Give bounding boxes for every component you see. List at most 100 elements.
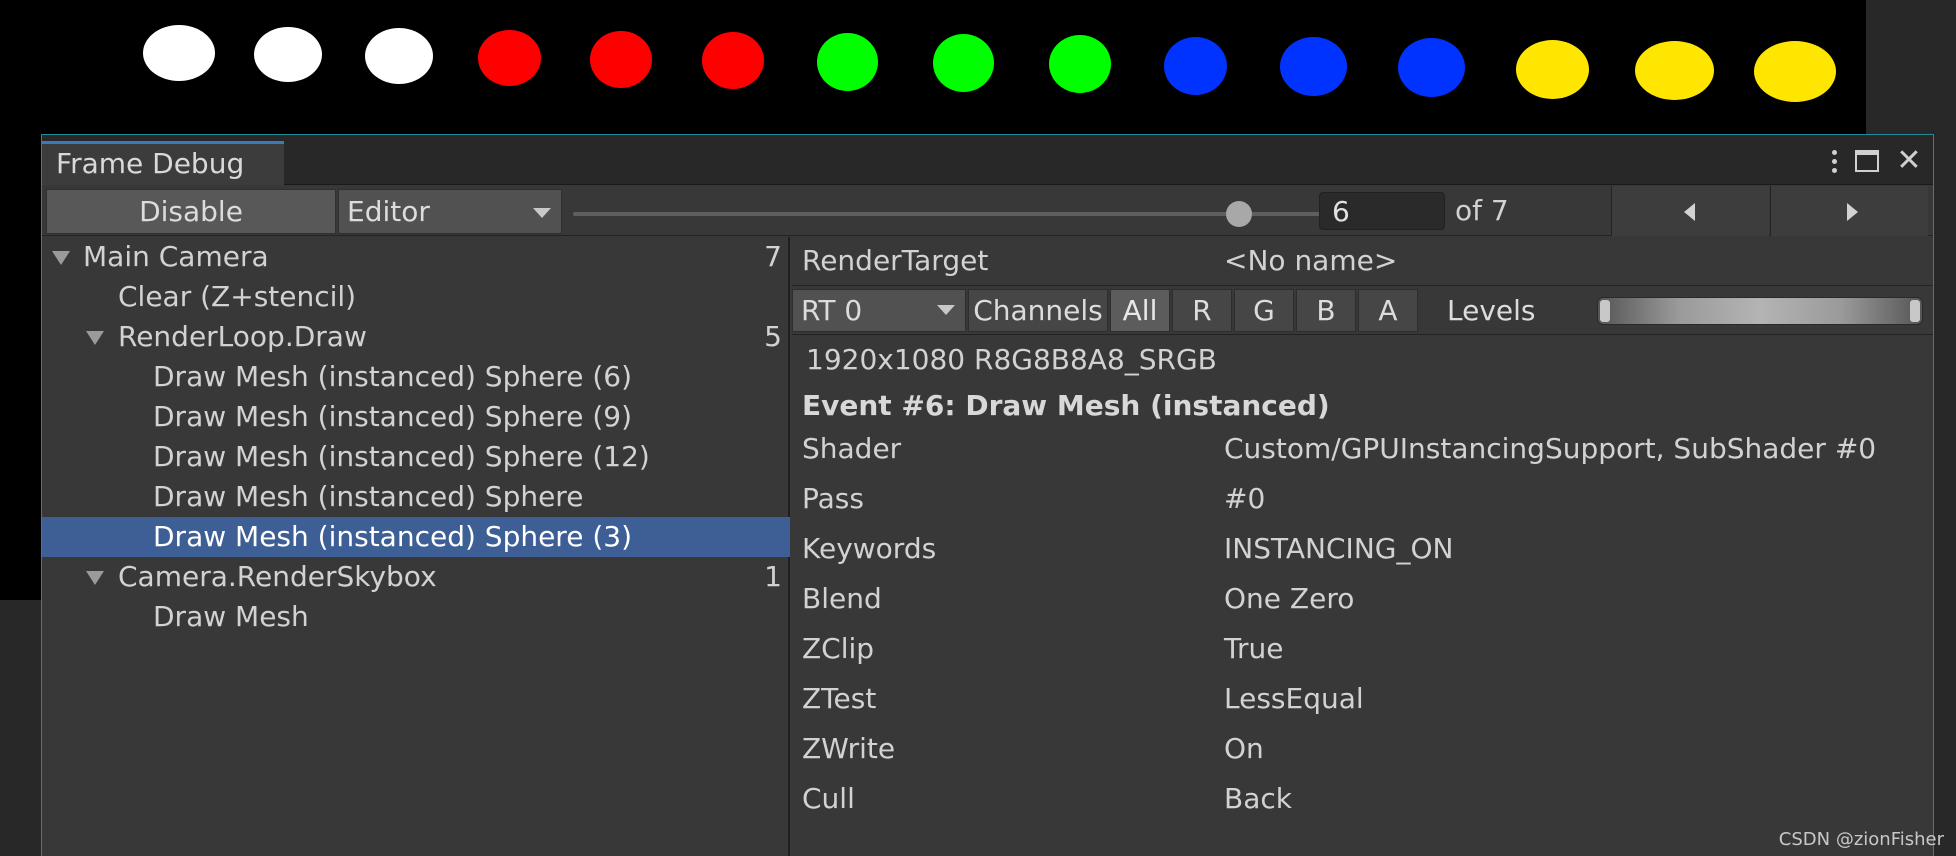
property-key: ZClip [802,632,875,665]
chevron-down-icon [533,208,551,218]
frame-slider-handle[interactable] [1225,201,1252,227]
property-pass: Pass #0 [792,479,1933,519]
previous-event-button[interactable] [1611,186,1769,236]
property-ztest: ZTest LessEqual [792,679,1933,719]
frame-count-label: of 7 [1455,194,1509,227]
render-target-label: RenderTarget [802,244,989,277]
tree-row-draw-mesh-9[interactable]: Draw Mesh (instanced) Sphere (9) [42,397,790,437]
rt-dropdown-value: RT 0 [801,294,863,327]
tree-row-label: Main Camera [83,240,269,273]
property-blend: Blend One Zero [792,579,1933,619]
channel-all-button[interactable]: All [1110,289,1170,332]
tab-frame-debug[interactable]: Frame Debug [42,141,284,185]
scene-view [0,0,1866,135]
event-tree: Main Camera 7 Clear (Z+stencil) RenderLo… [42,237,790,856]
tree-row-draw-mesh-3-selected[interactable]: Draw Mesh (instanced) Sphere (3) [42,517,790,557]
event-title: Event #6: Draw Mesh (instanced) [802,389,1330,422]
frame-number-input[interactable] [1319,192,1445,230]
sphere-red-3 [702,32,764,89]
tree-row-draw-mesh-12[interactable]: Draw Mesh (instanced) Sphere (12) [42,437,790,477]
watermark: CSDN @zionFisher [1778,829,1944,850]
sphere-yellow-1 [1516,40,1589,99]
property-key: Blend [802,582,882,615]
sphere-red-2 [590,31,652,88]
maximize-icon[interactable] [1853,150,1881,172]
close-icon[interactable]: ✕ [1895,141,1923,181]
frame-debugger-window: Frame Debug ✕ Disable Editor of 7 Main C… [41,134,1934,856]
property-key: Cull [802,782,855,815]
editor-background-left [0,600,41,856]
foldout-arrow-icon[interactable] [86,331,104,345]
tree-row-clear[interactable]: Clear (Z+stencil) [42,277,790,317]
render-target-value: <No name> [1224,244,1398,277]
window-titlebar: Frame Debug ✕ [42,135,1933,185]
more-options-icon[interactable] [1829,149,1839,173]
levels-range-slider[interactable] [1597,297,1923,325]
tree-row-main-camera[interactable]: Main Camera 7 [42,237,790,277]
channel-b-button[interactable]: B [1296,289,1356,332]
tree-row-draw-mesh-6[interactable]: Draw Mesh (instanced) Sphere (6) [42,357,790,397]
sphere-blue-3 [1398,38,1465,97]
sphere-white-2 [254,27,322,82]
property-cull: Cull Back [792,779,1933,819]
target-dropdown-value: Editor [347,195,430,228]
property-value: Back [1224,782,1292,815]
next-event-button[interactable] [1770,186,1928,236]
property-key: ZWrite [802,732,896,765]
sphere-blue-2 [1280,37,1347,96]
tree-row-count: 5 [764,320,782,353]
event-details-panel: RenderTarget <No name> RT 0 Channels All… [792,237,1933,856]
channel-r-button[interactable]: R [1172,289,1232,332]
channel-a-button[interactable]: A [1358,289,1418,332]
tree-row-count: 1 [764,560,782,593]
disable-button[interactable]: Disable [46,189,336,234]
sphere-red-1 [478,30,541,86]
tree-row-label: Draw Mesh (instanced) Sphere (6) [153,360,632,393]
tree-row-draw-mesh-sphere[interactable]: Draw Mesh (instanced) Sphere [42,477,790,517]
sphere-blue-1 [1164,37,1227,95]
property-keywords: Keywords INSTANCING_ON [792,529,1933,569]
tree-row-label: Draw Mesh (instanced) Sphere (12) [153,440,650,473]
render-target-row: RenderTarget <No name> [792,237,1933,285]
tree-row-render-skybox[interactable]: Camera.RenderSkybox 1 [42,557,790,597]
foldout-arrow-icon[interactable] [86,571,104,585]
chevron-down-icon [937,305,955,315]
property-zwrite: ZWrite On [792,729,1933,769]
tree-row-label: RenderLoop.Draw [118,320,367,353]
levels-label: Levels [1447,294,1536,327]
tree-row-draw-mesh[interactable]: Draw Mesh [42,597,790,637]
tree-row-label: Draw Mesh (instanced) Sphere (3) [153,520,632,553]
property-value: INSTANCING_ON [1224,532,1454,565]
property-key: ZTest [802,682,877,715]
arrow-right-icon [1847,203,1858,221]
channel-g-button[interactable]: G [1234,289,1294,332]
rt-dropdown[interactable]: RT 0 [792,289,966,332]
tree-row-label: Clear (Z+stencil) [118,280,357,313]
property-key: Pass [802,482,864,515]
window-controls: ✕ [1829,141,1933,181]
property-value: LessEqual [1224,682,1364,715]
frame-debug-toolbar: Disable Editor of 7 [42,186,1933,236]
foldout-arrow-icon[interactable] [52,251,70,265]
sphere-white-3 [365,28,433,84]
property-value: On [1224,732,1264,765]
sphere-white-1 [143,25,215,81]
tree-row-renderloop-draw[interactable]: RenderLoop.Draw 5 [42,317,790,357]
render-target-format: 1920x1080 R8G8B8A8_SRGB [806,343,1217,376]
property-value: #0 [1224,482,1266,515]
property-value: True [1224,632,1284,665]
sphere-green-2 [933,34,994,92]
property-shader: Shader Custom/GPUInstancingSupport, SubS… [792,429,1933,469]
tree-row-label: Draw Mesh (instanced) Sphere [153,480,584,513]
tree-row-label: Draw Mesh [153,600,309,633]
property-key: Shader [802,432,902,465]
tree-row-label: Draw Mesh (instanced) Sphere (9) [153,400,632,433]
sphere-green-3 [1049,35,1111,93]
sphere-yellow-3 [1754,41,1836,102]
arrow-left-icon [1684,203,1695,221]
property-value: Custom/GPUInstancingSupport, SubShader #… [1224,432,1877,465]
tree-row-label: Camera.RenderSkybox [118,560,437,593]
sphere-green-1 [817,33,878,91]
sphere-yellow-2 [1635,41,1714,100]
target-dropdown[interactable]: Editor [338,189,562,234]
